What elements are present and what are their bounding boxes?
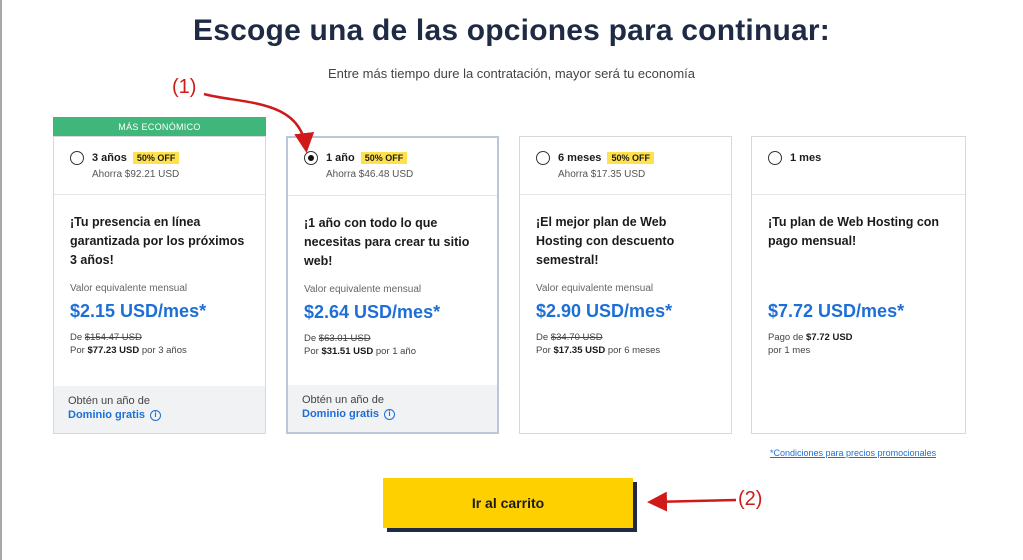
arrow-to-cart-button (647, 491, 737, 512)
annotation-arrows (203, 92, 737, 512)
arrow-to-1-year-radio (203, 92, 315, 153)
